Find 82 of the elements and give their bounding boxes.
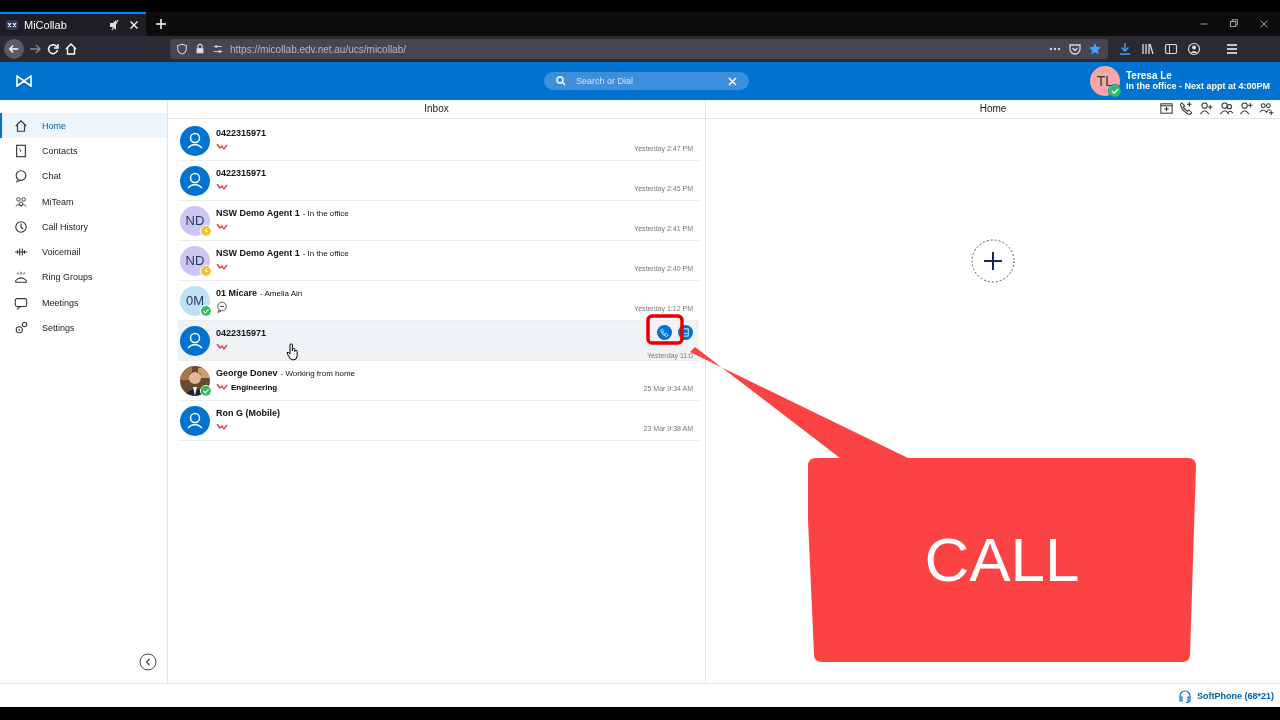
chat-icon [14,169,28,184]
person-avatar-icon [180,125,210,156]
contact-name: 0422315971 [216,128,267,138]
clock-icon [14,219,28,234]
nav-item[interactable]: Home [0,113,167,139]
pocket-icon[interactable] [1068,42,1082,56]
avatar-initials: ND [185,213,205,228]
gear-icon [14,321,28,335]
nav-item[interactable]: Call History [0,214,167,240]
nav-item[interactable]: Contacts [0,138,167,164]
home-icon[interactable] [64,42,78,56]
address-bar[interactable]: https://micollab.edv.net.au/ucs/micollab/ [170,39,1108,59]
star-icon[interactable] [1088,42,1102,56]
add-call-icon[interactable] [1179,101,1194,116]
nav-item[interactable]: Ring Groups [0,264,167,291]
url-text: https://micollab.edv.net.au/ucs/micollab/ [230,43,406,55]
contact-status: - In the office [302,249,349,258]
nav-item[interactable]: Chat [0,163,167,189]
add-group-icon[interactable] [1259,101,1274,116]
avatar-initials: ND [185,253,205,268]
contact-name: 0422315971 [216,328,267,338]
add-person-icon[interactable] [1239,101,1254,116]
callout-label: CALL [923,524,1081,596]
panel-title: Home [979,102,1007,116]
team-icon [14,194,28,209]
nav-item[interactable]: Settings [0,315,167,341]
contact-name: Ron G (Mobile) [216,408,280,418]
phone-icon [660,328,669,337]
contact-name: NSW Demo Agent 1 [216,248,300,258]
tab-title: MiCollab [24,19,68,31]
forward-icon[interactable] [28,42,42,56]
app-logo-icon [16,75,32,87]
contact-department: Engineering [231,382,278,392]
sliders-icon[interactable] [212,42,224,56]
search-field[interactable]: Search or Dial [544,72,749,90]
contact-name: 0422315971 [216,168,267,178]
user-name: Teresa Le [1125,70,1173,81]
collapse-button[interactable] [139,653,157,671]
shield-icon[interactable] [176,42,188,56]
person-avatar-icon [180,325,210,356]
user-avatar[interactable]: TL [1089,66,1120,96]
search-icon [556,76,566,86]
contact-status: - Working from home [280,369,356,378]
headset-icon [1178,688,1192,703]
hand-cursor-icon [286,343,300,361]
contact-name: George Donev [216,368,278,378]
nav-item[interactable]: MiTeam [0,188,167,215]
back-button[interactable] [4,39,24,59]
home-icon [14,118,28,133]
reload-icon[interactable] [46,42,60,56]
contact-name: 01 Micare [216,288,258,298]
panel-title: Inbox [168,100,705,119]
nav-item[interactable]: Voicemail [0,239,167,265]
contact-card-icon [681,328,690,337]
people-icon[interactable] [1219,101,1234,116]
person-avatar-icon [180,165,210,196]
app-logo-icon [6,20,18,30]
menu-icon[interactable] [1225,42,1239,56]
add-icon[interactable] [971,239,1015,283]
call-button[interactable] [657,325,672,340]
sidebar-icon[interactable] [1164,42,1178,56]
new-tab-icon[interactable] [154,17,168,31]
add-person-icon[interactable] [1199,101,1214,116]
ring-icon [14,270,28,285]
meeting-icon [14,295,28,310]
account-icon[interactable] [1187,42,1201,56]
browser-tab[interactable]: MiCollab [0,12,146,36]
library-icon[interactable] [1141,42,1155,56]
contact-status: - Amelia Ain [260,289,303,298]
nav-item[interactable]: Meetings [0,290,167,316]
contact-status: - In the office [302,209,349,218]
download-icon[interactable] [1118,42,1132,56]
contacts-icon [14,143,28,158]
add-widget-icon[interactable] [1159,101,1174,116]
person-avatar-icon [180,405,210,436]
contact-name: NSW Demo Agent 1 [216,208,300,218]
softphone-status[interactable]: SoftPhone (68*21) [1197,690,1274,701]
back-arrow-icon [8,43,20,55]
lock-icon[interactable] [194,42,206,56]
avatar-initials: 0M [185,293,205,308]
user-status: In the office - Next appt at 4:00PM [1125,81,1270,92]
highlight-frame [646,314,684,345]
